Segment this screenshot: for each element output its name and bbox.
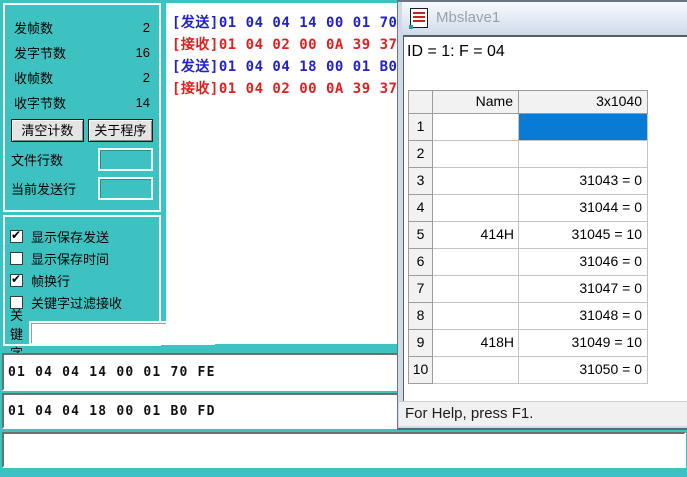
stat-row: 发字节数 16 bbox=[11, 40, 153, 65]
stat-row: 发帧数 2 bbox=[11, 15, 153, 40]
grid-header-row: Name 3x1040 bbox=[409, 91, 648, 114]
checkbox-show-save-time[interactable] bbox=[10, 252, 23, 265]
name-cell[interactable] bbox=[433, 141, 519, 168]
checkbox-frame-newline-label: 帧换行 bbox=[31, 271, 70, 290]
name-cell[interactable] bbox=[433, 303, 519, 330]
name-cell[interactable] bbox=[433, 276, 519, 303]
window-title: Mbslave1 bbox=[436, 9, 500, 26]
row-number-cell[interactable]: 9 bbox=[409, 330, 433, 357]
checkbox-keyword-filter[interactable] bbox=[10, 296, 23, 309]
stat-value-recv-bytes: 14 bbox=[136, 95, 150, 110]
table-row: 4 31044 = 0 bbox=[409, 195, 648, 222]
stat-label-recv-bytes: 收字节数 bbox=[14, 93, 66, 112]
table-row: 5 414H 31045 = 10 bbox=[409, 222, 648, 249]
mbslave-doc-icon[interactable] bbox=[410, 8, 428, 28]
table-row: 1 bbox=[409, 114, 648, 141]
row-number-cell[interactable]: 3 bbox=[409, 168, 433, 195]
about-button[interactable]: 关于程序 bbox=[88, 119, 153, 142]
id-function-header: ID = 1: F = 04 bbox=[404, 37, 687, 61]
value-cell[interactable]: 31047 = 0 bbox=[519, 276, 648, 303]
corner-header-cell[interactable] bbox=[409, 91, 433, 114]
row-number-cell[interactable]: 4 bbox=[409, 195, 433, 222]
send-line-3-input[interactable] bbox=[2, 432, 686, 468]
value-cell[interactable]: 31044 = 0 bbox=[519, 195, 648, 222]
value-cell[interactable]: 31046 = 0 bbox=[519, 249, 648, 276]
current-send-line-label: 当前发送行 bbox=[11, 179, 76, 198]
stat-label-sent-frames: 发帧数 bbox=[14, 18, 53, 37]
value-cell[interactable]: 31043 = 0 bbox=[519, 168, 648, 195]
checkbox-show-save-send-label: 显示保存发送 bbox=[31, 227, 109, 246]
clear-count-button[interactable]: 清空计数 bbox=[11, 119, 84, 142]
checkbox-show-save-send[interactable] bbox=[10, 230, 23, 243]
stat-value-sent-frames: 2 bbox=[143, 20, 150, 35]
stat-row: 收帧数 2 bbox=[11, 65, 153, 90]
value-cell[interactable]: 31045 = 10 bbox=[519, 222, 648, 249]
name-cell[interactable] bbox=[433, 249, 519, 276]
log-line: [接收]01 04 02 00 0A 39 37 bbox=[172, 35, 400, 57]
row-number-cell[interactable]: 10 bbox=[409, 357, 433, 384]
log-line: [发送]01 04 04 18 00 01 B0 FD bbox=[172, 57, 400, 79]
row-number-cell[interactable]: 7 bbox=[409, 276, 433, 303]
name-cell[interactable] bbox=[433, 168, 519, 195]
checkbox-show-save-time-label: 显示保存时间 bbox=[31, 249, 109, 268]
stat-label-sent-bytes: 发字节数 bbox=[14, 43, 66, 62]
log-line: [发送]01 04 04 14 00 01 70 FE bbox=[172, 13, 400, 35]
row-number-cell[interactable]: 8 bbox=[409, 303, 433, 330]
name-cell[interactable] bbox=[433, 357, 519, 384]
column-header-name[interactable]: Name bbox=[433, 91, 519, 114]
mbslave-client-area: ID = 1: F = 04 Name 3x1040 1 2 bbox=[403, 35, 687, 401]
status-bar: For Help, press F1. bbox=[399, 401, 687, 426]
current-send-line-field[interactable] bbox=[98, 177, 153, 200]
row-number-cell[interactable]: 5 bbox=[409, 222, 433, 249]
log-area[interactable]: [发送]01 04 04 14 00 01 70 FE [接收]01 04 02… bbox=[166, 3, 404, 344]
row-number-cell[interactable]: 1 bbox=[409, 114, 433, 141]
register-grid: Name 3x1040 1 2 bbox=[408, 90, 648, 384]
stat-value-sent-bytes: 16 bbox=[136, 45, 150, 60]
file-lines-field[interactable] bbox=[98, 148, 153, 171]
stat-label-recv-frames: 收帧数 bbox=[14, 68, 53, 87]
value-cell[interactable]: 31048 = 0 bbox=[519, 303, 648, 330]
table-row: 2 bbox=[409, 141, 648, 168]
value-cell[interactable] bbox=[519, 114, 648, 141]
column-header-register[interactable]: 3x1040 bbox=[519, 91, 648, 114]
checkbox-frame-newline[interactable] bbox=[10, 274, 23, 287]
grid-body: 1 2 3 31043 = 0 bbox=[409, 114, 648, 384]
row-number-cell[interactable]: 2 bbox=[409, 141, 433, 168]
file-lines-label: 文件行数 bbox=[11, 150, 63, 169]
table-row: 9 418H 31049 = 10 bbox=[409, 330, 648, 357]
value-cell[interactable] bbox=[519, 141, 648, 168]
value-cell[interactable]: 31049 = 10 bbox=[519, 330, 648, 357]
checkbox-keyword-filter-label: 关键字过滤接收 bbox=[31, 293, 122, 312]
stat-row: 收字节数 14 bbox=[11, 90, 153, 115]
table-row: 7 31047 = 0 bbox=[409, 276, 648, 303]
stats-panel: 发帧数 2 发字节数 16 收帧数 2 收字节数 14 清空计数 关于程序 文件… bbox=[3, 3, 161, 212]
window-title-bar[interactable]: Mbslave1 bbox=[402, 2, 687, 33]
name-cell[interactable]: 418H bbox=[433, 330, 519, 357]
name-cell[interactable] bbox=[433, 114, 519, 141]
table-row: 8 31048 = 0 bbox=[409, 303, 648, 330]
name-cell[interactable]: 414H bbox=[433, 222, 519, 249]
table-row: 3 31043 = 0 bbox=[409, 168, 648, 195]
table-row: 10 31050 = 0 bbox=[409, 357, 648, 384]
value-cell[interactable]: 31050 = 0 bbox=[519, 357, 648, 384]
name-cell[interactable] bbox=[433, 195, 519, 222]
stat-value-recv-frames: 2 bbox=[143, 70, 150, 85]
table-row: 6 31046 = 0 bbox=[409, 249, 648, 276]
log-line: [接收]01 04 02 00 0A 39 37 bbox=[172, 79, 400, 101]
options-panel: 显示保存发送 显示保存时间 帧换行 关键字过滤接收 关键字 bbox=[3, 215, 161, 346]
mbslave-window: Mbslave1 ID = 1: F = 04 Name 3x1040 1 bbox=[397, 0, 687, 430]
row-number-cell[interactable]: 6 bbox=[409, 249, 433, 276]
